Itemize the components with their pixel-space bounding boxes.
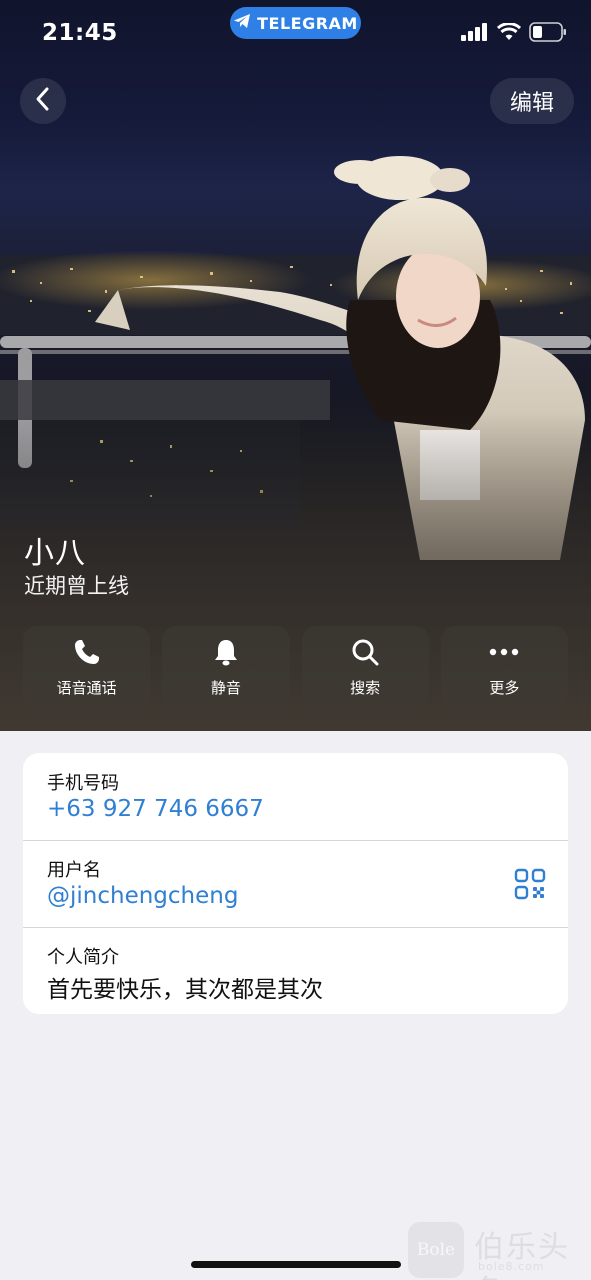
- more-icon: [488, 637, 520, 671]
- mute-label: 静音: [210, 678, 241, 697]
- phone-label: 手机号码: [47, 773, 119, 794]
- watermark-subtitle: bole8.com: [478, 1260, 545, 1273]
- voice-call-label: 语音通话: [56, 678, 117, 697]
- username-value[interactable]: @jinchengcheng: [47, 883, 238, 909]
- status-time: 21:45: [42, 20, 118, 46]
- phone-row[interactable]: 手机号码 +63 927 746 6667: [23, 753, 568, 840]
- more-button[interactable]: 更多: [440, 626, 568, 708]
- bio-text: 首先要快乐，其次都是其次: [47, 977, 323, 1003]
- home-indicator[interactable]: [191, 1261, 401, 1268]
- qr-code-button[interactable]: [514, 868, 546, 900]
- search-icon: [350, 637, 380, 671]
- username-label: 用户名: [47, 860, 101, 881]
- telegram-pill-label: TELEGRAM: [257, 13, 358, 33]
- edit-button[interactable]: 编辑: [490, 78, 574, 124]
- last-seen-status: 近期曾上线: [24, 574, 129, 598]
- username-row[interactable]: 用户名 @jinchengcheng: [23, 840, 568, 927]
- battery-icon: [529, 22, 567, 46]
- chevron-left-icon: [35, 86, 51, 116]
- back-button[interactable]: [20, 78, 66, 124]
- info-card: 手机号码 +63 927 746 6667 用户名 @jinchengcheng: [23, 753, 568, 1014]
- cellular-signal-icon: [461, 23, 489, 45]
- voice-call-button[interactable]: 语音通话: [23, 626, 151, 708]
- watermark: Bole 伯乐头条 bole8.com: [408, 1220, 591, 1280]
- status-icons: [461, 22, 567, 46]
- action-buttons: 语音通话 静音 搜索 更多: [23, 626, 568, 708]
- bio-label: 个人简介: [47, 947, 119, 968]
- telegram-plane-icon: [233, 13, 251, 33]
- phone-icon: [72, 637, 102, 671]
- mute-button[interactable]: 静音: [162, 626, 290, 708]
- search-button[interactable]: 搜索: [301, 626, 429, 708]
- bell-icon: [211, 637, 241, 671]
- status-bar: 21:45 TELEGRAM: [0, 0, 591, 70]
- bio-row[interactable]: 个人简介 首先要快乐，其次都是其次: [23, 927, 568, 1014]
- qr-code-icon: [514, 868, 546, 904]
- more-label: 更多: [489, 678, 520, 697]
- watermark-logo: Bole: [408, 1222, 464, 1278]
- search-label: 搜索: [350, 678, 381, 697]
- profile-name: 小八: [24, 536, 86, 571]
- telegram-pill[interactable]: TELEGRAM: [230, 7, 361, 39]
- wifi-icon: [496, 22, 522, 45]
- profile-screen: 21:45 TELEGRAM 编辑 小八 近期曾上线 语音通话 静音 搜索 更多…: [0, 0, 591, 1280]
- phone-number[interactable]: +63 927 746 6667: [47, 796, 264, 822]
